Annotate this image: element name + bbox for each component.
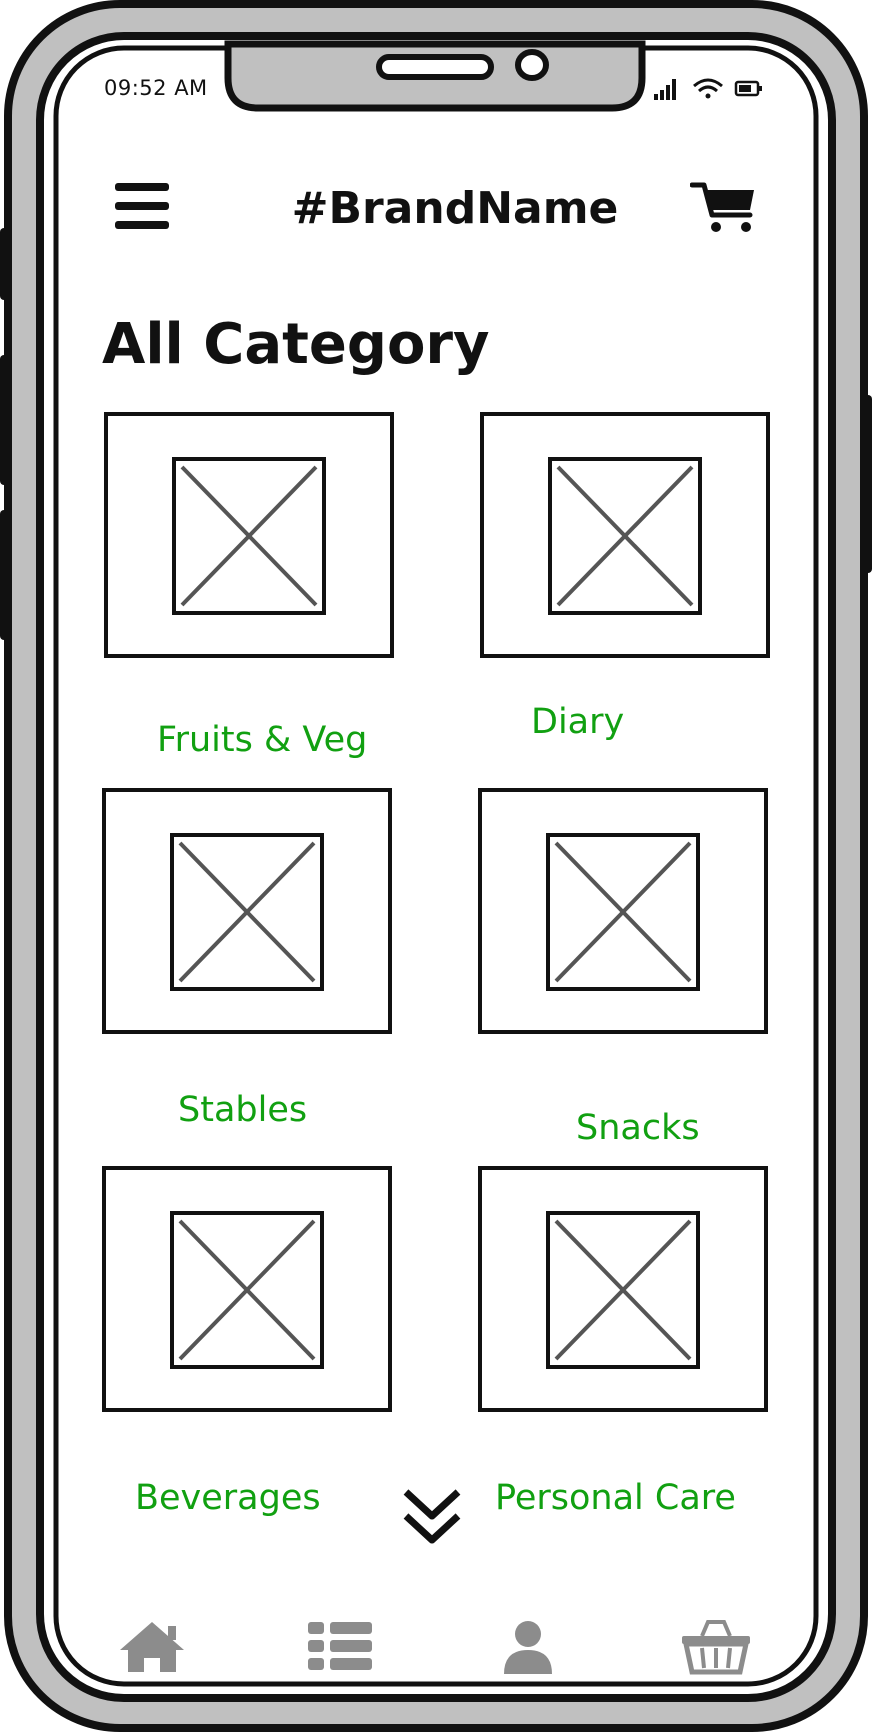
chevron-double-down-icon[interactable] (402, 1488, 462, 1548)
cart-icon[interactable] (690, 179, 760, 237)
wifi-icon (693, 78, 723, 99)
image-placeholder-icon (546, 1211, 700, 1369)
category-card-beverages[interactable] (102, 1166, 392, 1412)
image-placeholder-icon (170, 1211, 324, 1369)
category-card-diary[interactable] (480, 412, 770, 658)
category-card-personal-care[interactable] (478, 1166, 768, 1412)
category-label-fruits-veg[interactable]: Fruits & Veg (157, 720, 367, 760)
image-placeholder-icon (172, 457, 326, 615)
category-label-personal-care[interactable]: Personal Care (495, 1478, 736, 1518)
signal-icon (654, 79, 676, 100)
category-label-beverages[interactable]: Beverages (135, 1478, 321, 1518)
category-label-snacks[interactable]: Snacks (576, 1108, 700, 1148)
battery-icon (734, 80, 762, 97)
image-placeholder-icon (548, 457, 702, 615)
brand-name[interactable]: #BrandName (290, 183, 620, 234)
user-icon[interactable] (492, 1618, 564, 1676)
home-icon[interactable] (116, 1618, 188, 1676)
status-icons (654, 78, 762, 100)
category-card-snacks[interactable] (478, 788, 768, 1034)
category-card-stables[interactable] (102, 788, 392, 1034)
image-placeholder-icon (546, 833, 700, 991)
category-label-stables[interactable]: Stables (178, 1090, 307, 1130)
list-icon[interactable] (304, 1618, 376, 1676)
hamburger-menu-icon[interactable] (113, 181, 171, 231)
status-time: 09:52 AM (104, 76, 208, 100)
category-label-diary[interactable]: Diary (531, 702, 624, 742)
image-placeholder-icon (170, 833, 324, 991)
page-title: All Category (102, 312, 490, 377)
category-card-fruits-veg[interactable] (104, 412, 394, 658)
basket-icon[interactable] (680, 1618, 752, 1676)
